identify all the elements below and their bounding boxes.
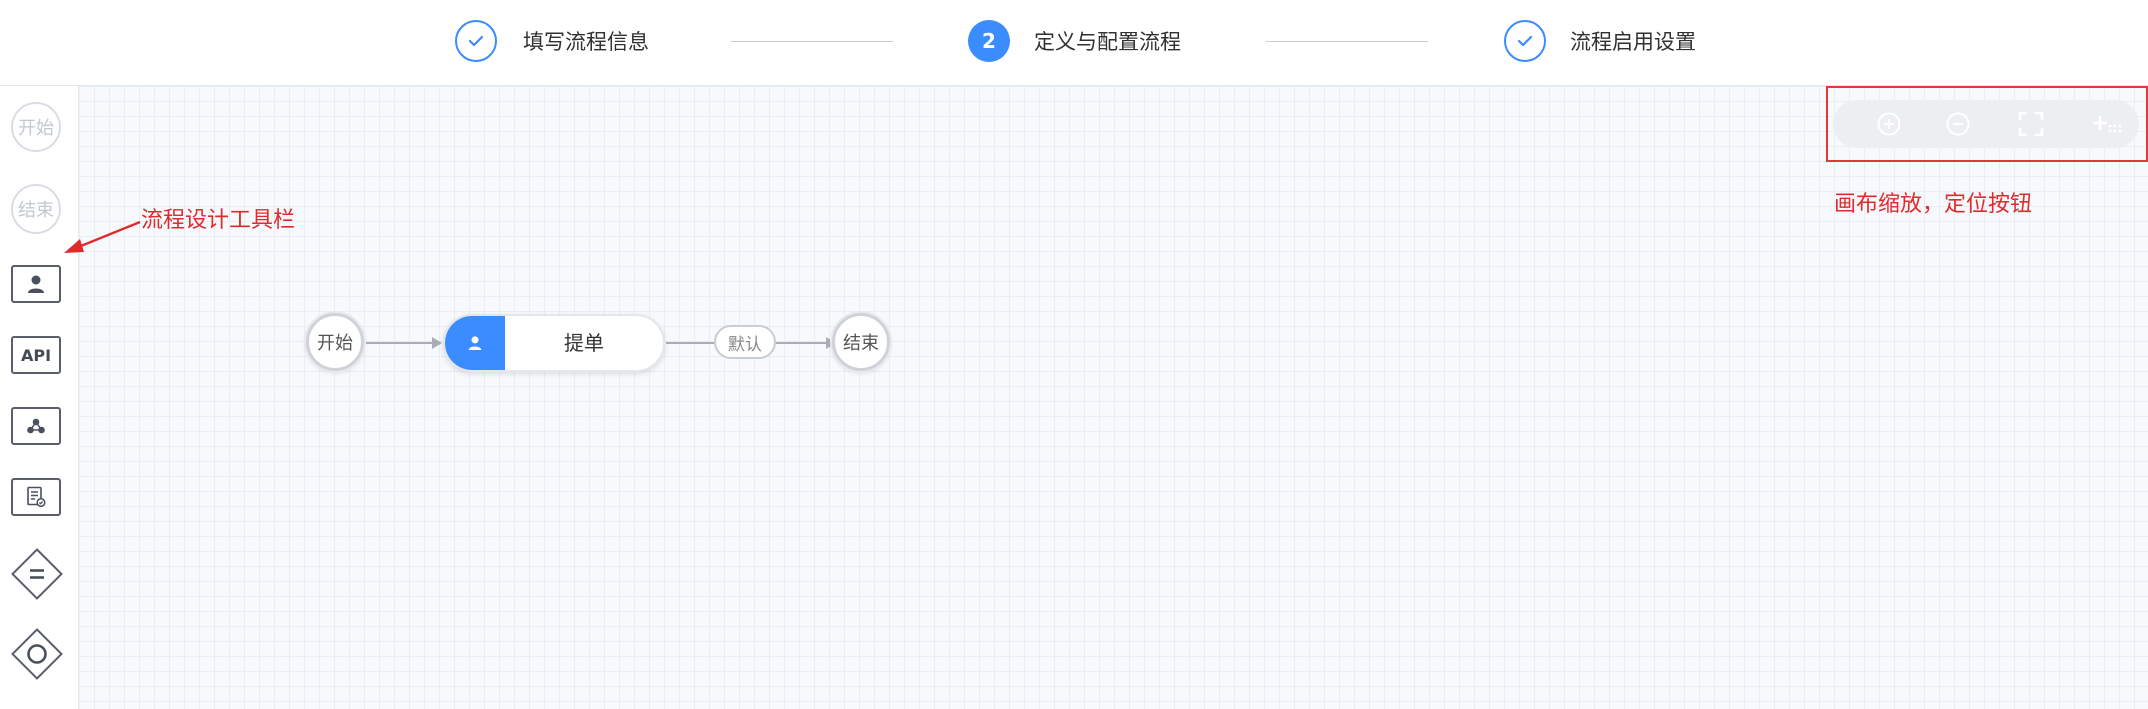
task-node-submit[interactable]: 提单 [443,314,665,372]
exclusive-gateway-icon [11,548,63,600]
tool-event-gateway[interactable] [11,628,63,680]
start-node[interactable]: 开始 [306,313,364,371]
arrow-head-icon [432,337,442,349]
process-design-toolbar: 开始 结束 API [0,86,79,709]
stepper-header: 填写流程信息 2 定义与配置流程 流程启用设置 [0,0,2148,86]
fit-screen-icon [2018,111,2044,137]
step-fill-info[interactable]: 填写流程信息 [455,18,649,64]
flow-edge[interactable] [366,342,432,344]
locate-icon [2093,116,2122,133]
user-task-icon [28,275,44,293]
step-connector [731,41,893,42]
zoom-in-icon [1877,112,1901,136]
check-icon [455,20,497,62]
zoom-annotation: 画布缩放，定位按钮 [1834,192,2033,217]
user-task-icon [445,316,505,370]
step-label: 填写流程信息 [523,30,649,54]
zoom-in-button[interactable] [1874,109,1904,139]
tool-form-task[interactable] [11,478,61,516]
check-icon [1504,20,1546,62]
step-label: 定义与配置流程 [1034,30,1181,54]
tool-end-node[interactable]: 结束 [11,184,61,234]
annotation-arrow-icon [64,220,141,253]
fit-screen-button[interactable] [2016,109,2046,139]
task-node-label: 提单 [564,331,604,355]
zoom-out-icon [1946,112,1970,136]
subprocess-icon [27,418,45,434]
flow-canvas[interactable] [79,86,2148,709]
step-label: 流程启用设置 [1570,30,1696,54]
edge-condition-label[interactable]: 默认 [714,325,776,359]
form-icon [27,486,46,508]
step-enable-settings[interactable]: 流程启用设置 [1504,18,1696,64]
tool-subprocess[interactable] [11,407,61,445]
event-gateway-icon [11,628,63,680]
tool-start-node[interactable]: 开始 [11,102,61,152]
zoom-out-button[interactable] [1943,109,1973,139]
tool-api-task[interactable]: API [11,336,61,374]
zoom-controls [1833,100,2139,148]
flow-edge[interactable] [666,342,714,344]
step-connector [1266,41,1428,42]
step-define-configure[interactable]: 2 定义与配置流程 [968,18,1181,64]
toolbar-annotation: 流程设计工具栏 [141,208,296,233]
end-node[interactable]: 结束 [832,313,890,371]
locate-button[interactable] [2091,109,2125,139]
tool-exclusive-gateway[interactable] [11,548,63,600]
flow-edge[interactable] [776,342,826,344]
tool-user-task[interactable] [11,265,61,303]
step-number-badge: 2 [968,20,1010,62]
